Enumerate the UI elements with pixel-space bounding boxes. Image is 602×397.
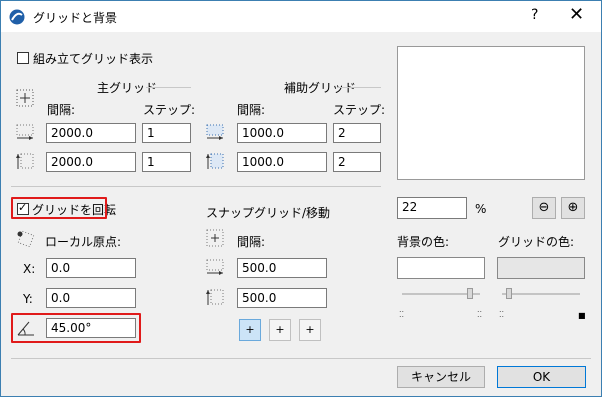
- construction-grid-label: 組み立てグリッド表示: [33, 52, 154, 66]
- grid-slider-min-icon: ⁚⁚: [499, 310, 505, 319]
- zoom-in-icon[interactable]: ⊕: [561, 197, 585, 219]
- title-bar: グリッドと背景 ? ✕: [1, 1, 601, 32]
- aux-horizontal-spacing-icon: [206, 124, 224, 140]
- local-origin-label: ローカル原点:: [45, 235, 122, 249]
- snap-vertical-icon: [206, 289, 224, 305]
- snap-horizontal-icon: [206, 259, 224, 275]
- vertical-spacing-icon: [16, 153, 34, 169]
- aux-step-label: ステップ:: [333, 103, 386, 117]
- snap-off-button[interactable]: +: [239, 319, 261, 341]
- main-x-spacing-input[interactable]: 2000.0: [46, 123, 136, 143]
- horizontal-spacing-icon: [16, 124, 34, 140]
- y-label: Y:: [23, 292, 33, 306]
- origin-y-input[interactable]: 0.0: [46, 288, 136, 308]
- snap-y-input[interactable]: 500.0: [237, 288, 327, 308]
- grid-cross-icon: [16, 89, 34, 107]
- aux-grid-rule: [337, 87, 381, 88]
- ok-button[interactable]: OK: [497, 366, 586, 388]
- main-spacing-label: 間隔:: [47, 103, 76, 117]
- snap-grid-icon: [206, 229, 224, 247]
- main-y-step-input[interactable]: 1: [142, 152, 191, 172]
- aux-x-step-input[interactable]: 2: [333, 123, 381, 143]
- main-y-spacing-input[interactable]: 2000.0: [46, 152, 136, 172]
- app-icon: [9, 9, 25, 25]
- main-x-step-input[interactable]: 1: [142, 123, 191, 143]
- grid-preview: [397, 46, 585, 180]
- footer-divider: [11, 358, 591, 359]
- main-grid-rule: [146, 87, 191, 88]
- aux-y-step-input[interactable]: 2: [333, 152, 381, 172]
- zoom-out-icon[interactable]: ⊖: [532, 197, 556, 219]
- aux-y-spacing-input[interactable]: 1000.0: [237, 152, 327, 172]
- origin-x-input[interactable]: 0.0: [46, 258, 136, 278]
- grid-slider-track[interactable]: [502, 293, 580, 295]
- snap-x-input[interactable]: 500.0: [237, 258, 327, 278]
- aux-spacing-label: 間隔:: [237, 103, 266, 117]
- x-label: X:: [23, 262, 36, 276]
- cancel-button[interactable]: キャンセル: [397, 366, 485, 388]
- background-color-label: 背景の色:: [397, 235, 450, 249]
- background-color-swatch[interactable]: [397, 257, 485, 279]
- snap-grid-header: スナップグリッド/移動: [206, 206, 331, 220]
- aux-x-spacing-input[interactable]: 1000.0: [237, 123, 327, 143]
- background-slider-max-icon: ⁚⁚: [477, 310, 483, 319]
- grid-slider-max-icon: ■: [578, 311, 586, 320]
- snap-aux-button[interactable]: +: [299, 319, 321, 341]
- help-button[interactable]: ?: [531, 7, 538, 23]
- close-button[interactable]: ✕: [569, 4, 584, 25]
- zoom-input[interactable]: 22: [397, 197, 467, 219]
- grid-background-dialog: グリッドと背景 ? ✕ 組み立てグリッド表示 主グリッド 補助グリッド 間隔: …: [0, 0, 602, 397]
- grid-slider-thumb[interactable]: [505, 288, 512, 299]
- aux-vertical-spacing-icon: [206, 153, 224, 169]
- angle-highlight: [11, 313, 141, 343]
- construction-grid-checkbox[interactable]: [17, 52, 29, 64]
- background-slider-thumb[interactable]: [466, 288, 473, 299]
- window-title: グリッドと背景: [33, 11, 118, 25]
- rotate-grid-highlight: [11, 197, 107, 219]
- grid-color-label: グリッドの色:: [498, 235, 575, 249]
- main-step-label: ステップ:: [143, 103, 196, 117]
- background-slider-min-icon: ⁚⁚: [399, 310, 405, 319]
- zoom-unit: %: [475, 202, 487, 216]
- grid-color-swatch[interactable]: [497, 257, 585, 279]
- section-divider: [11, 186, 381, 187]
- snap-main-button[interactable]: +: [269, 319, 291, 341]
- local-origin-icon: [17, 230, 35, 247]
- snap-spacing-label: 間隔:: [237, 235, 266, 249]
